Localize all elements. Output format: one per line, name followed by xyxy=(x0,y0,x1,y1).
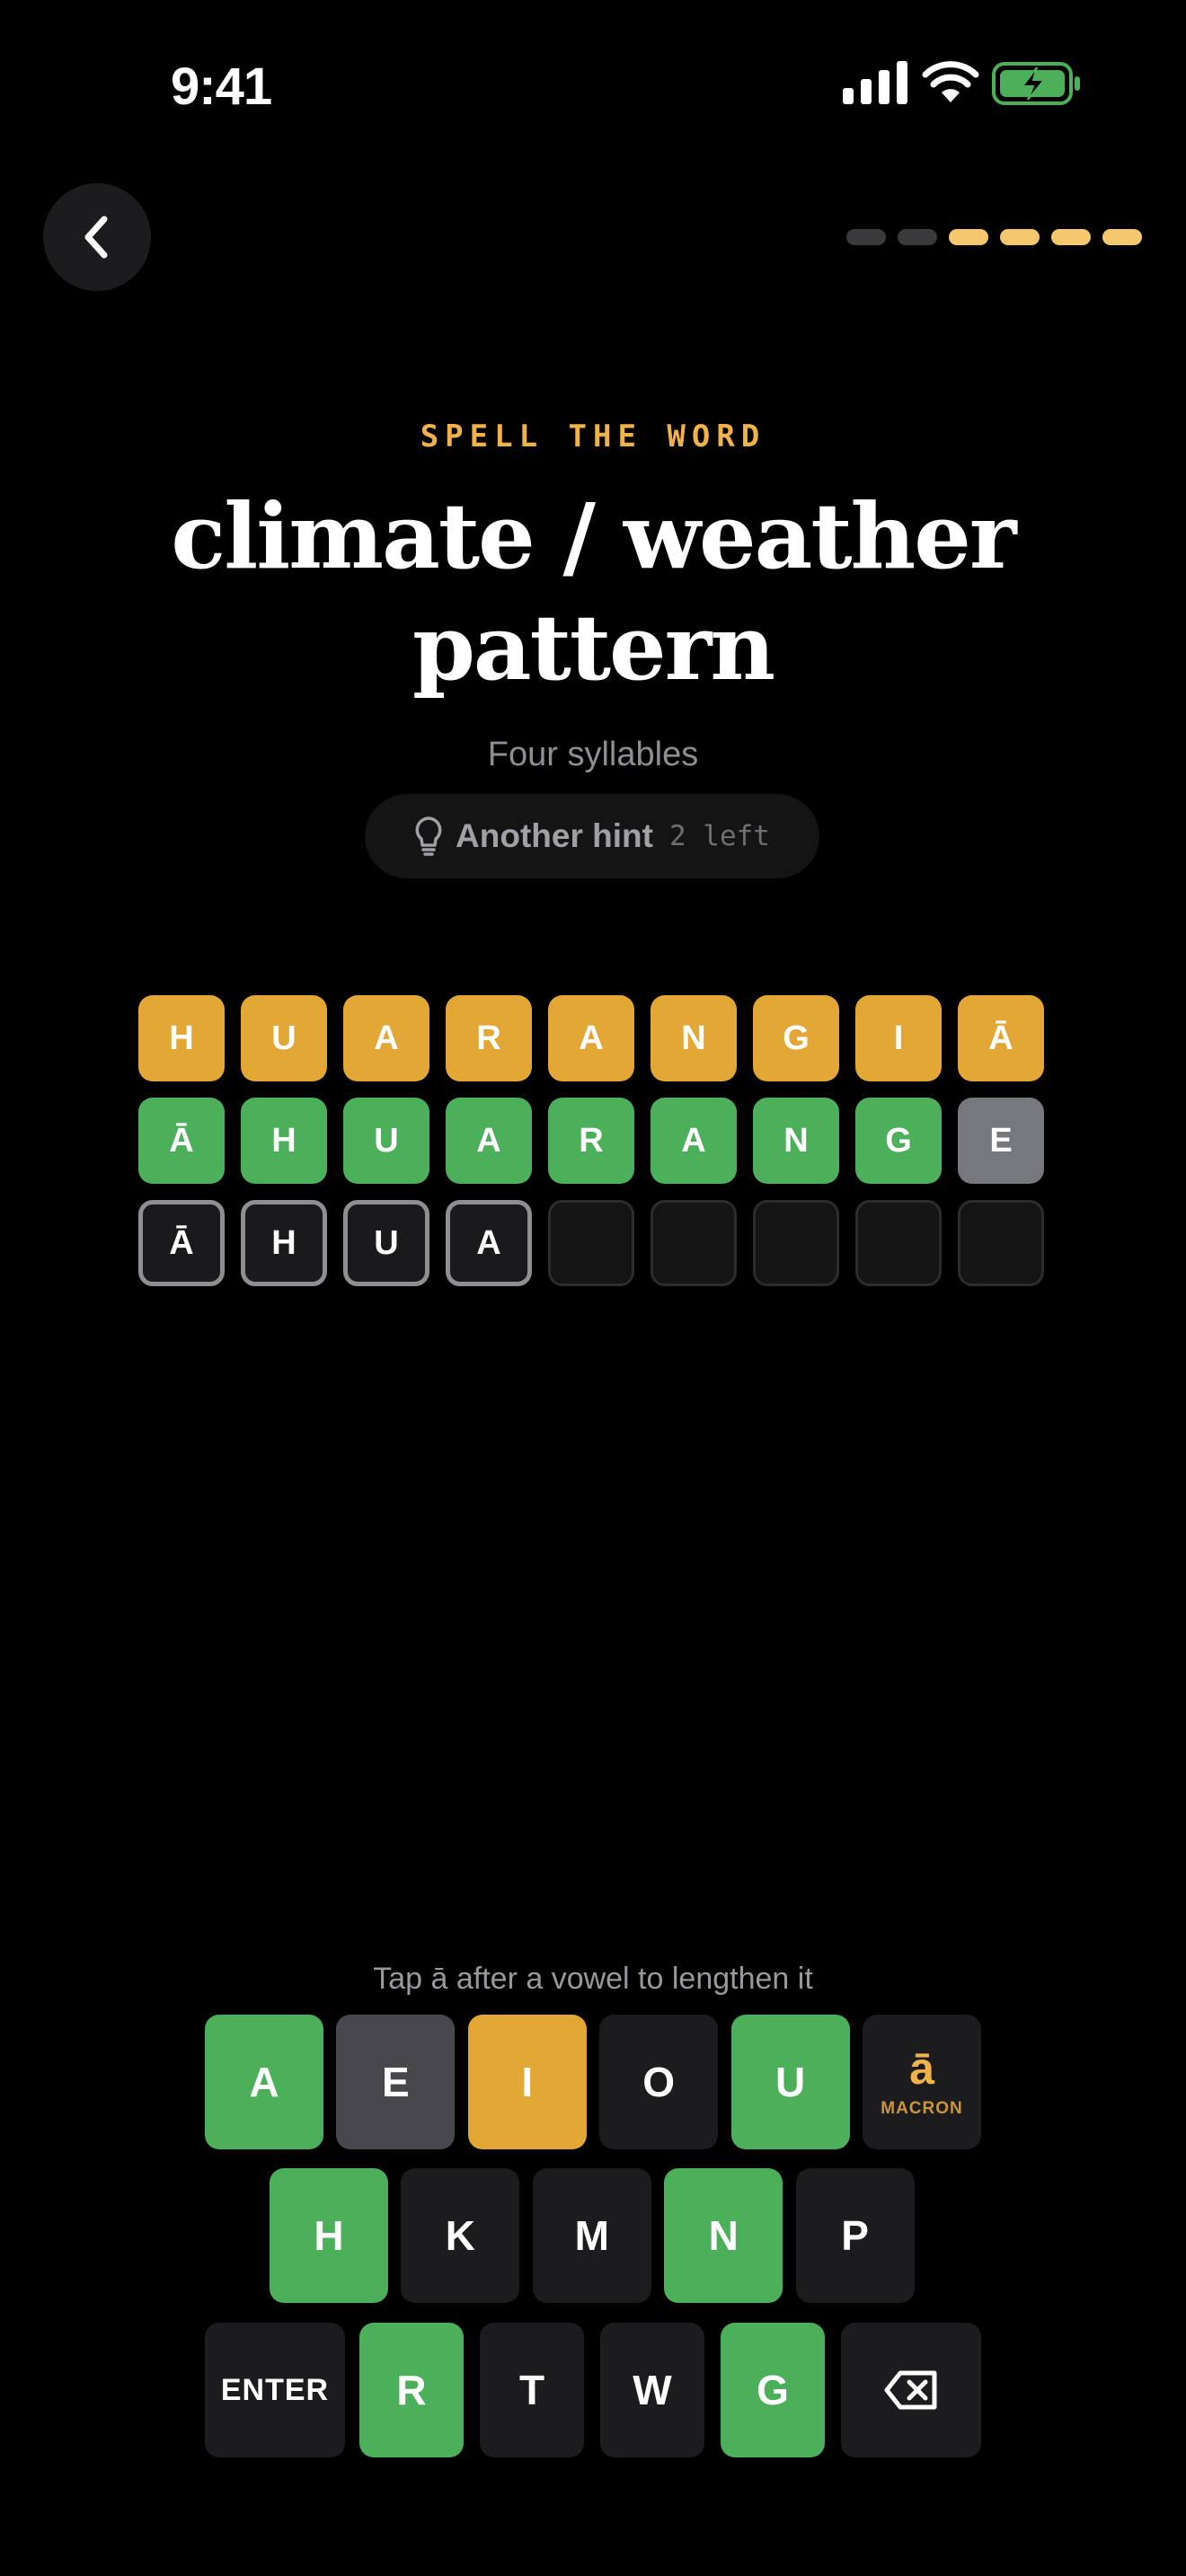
letter-tile xyxy=(651,1200,737,1286)
enter-key[interactable]: ENTER xyxy=(205,2323,345,2457)
guess-row: ĀHUARANGE xyxy=(138,1098,1048,1184)
prompt-subtitle: Four syllables xyxy=(487,736,699,773)
key-e[interactable]: E xyxy=(336,2015,456,2149)
lightbulb-icon xyxy=(415,816,442,856)
key-n[interactable]: N xyxy=(664,2168,783,2303)
letter-tile: A xyxy=(651,1098,737,1184)
spelling-game-screen: 9:41 SPELL THE WORD climate / weather pa… xyxy=(0,0,1186,2576)
progress-segment xyxy=(1000,229,1040,245)
progress-segment xyxy=(1051,229,1091,245)
progress-segment xyxy=(846,229,886,245)
backspace-key[interactable] xyxy=(841,2323,981,2457)
key-u[interactable]: U xyxy=(730,2015,850,2149)
letter-tile xyxy=(753,1200,839,1286)
letter-tile: A xyxy=(548,995,634,1081)
guess-board: HUARANGIĀĀHUARANGEĀHUA xyxy=(138,995,1048,1290)
another-hint-button[interactable]: Another hint 2 left xyxy=(365,794,819,878)
cellular-signal-icon xyxy=(843,61,907,104)
letter-tile: A xyxy=(446,1200,532,1286)
key-w[interactable]: W xyxy=(600,2323,704,2457)
guess-row: ĀHUA xyxy=(138,1200,1048,1286)
macron-glyph: ā xyxy=(909,2043,934,2094)
key-m[interactable]: M xyxy=(532,2168,651,2303)
hint-remaining: 2 left xyxy=(668,820,770,852)
letter-tile: N xyxy=(651,995,737,1081)
letter-tile: N xyxy=(753,1098,839,1184)
letter-tile: A xyxy=(343,995,429,1081)
letter-tile: U xyxy=(241,995,327,1081)
letter-tile: U xyxy=(343,1200,429,1286)
status-time: 9:41 xyxy=(171,57,272,116)
key-a[interactable]: A xyxy=(205,2015,323,2149)
battery-charging-icon xyxy=(992,62,1080,105)
letter-tile: R xyxy=(446,995,532,1081)
letter-tile: I xyxy=(855,995,942,1081)
progress-segment xyxy=(949,229,988,245)
lesson-progress xyxy=(846,229,1143,245)
progress-segment xyxy=(898,229,937,245)
letter-tile: R xyxy=(548,1098,634,1184)
macron-caption: MACRON xyxy=(881,2099,963,2118)
prompt-title: climate / weather pattern xyxy=(171,483,1016,701)
macron-key[interactable]: ā MACRON xyxy=(863,2015,981,2149)
prompt-eyebrow: SPELL THE WORD xyxy=(420,419,766,454)
guess-row: HUARANGIĀ xyxy=(138,995,1048,1081)
hint-label: Another hint xyxy=(456,817,653,854)
letter-tile: Ā xyxy=(138,1200,225,1286)
letter-tile xyxy=(548,1200,634,1286)
letter-tile: E xyxy=(958,1098,1044,1184)
letter-tile: Ā xyxy=(138,1098,225,1184)
letter-tile: H xyxy=(241,1098,327,1184)
key-h[interactable]: H xyxy=(270,2168,388,2303)
chevron-left-icon xyxy=(84,216,108,259)
letter-tile: G xyxy=(855,1098,942,1184)
backspace-icon xyxy=(884,2370,937,2410)
key-t[interactable]: T xyxy=(480,2323,584,2457)
status-icons xyxy=(836,61,1087,111)
progress-segment xyxy=(1102,229,1142,245)
letter-tile: A xyxy=(446,1098,532,1184)
key-p[interactable]: P xyxy=(795,2168,915,2303)
letter-tile: U xyxy=(343,1098,429,1184)
key-o[interactable]: O xyxy=(599,2015,719,2149)
key-r[interactable]: R xyxy=(359,2323,464,2457)
back-button[interactable] xyxy=(43,183,151,291)
key-k[interactable]: K xyxy=(401,2168,520,2303)
key-i[interactable]: I xyxy=(467,2015,587,2149)
wifi-icon xyxy=(922,61,979,102)
letter-tile: H xyxy=(138,995,225,1081)
key-g[interactable]: G xyxy=(721,2323,825,2457)
letter-tile: H xyxy=(241,1200,327,1286)
letter-tile xyxy=(958,1200,1044,1286)
letter-tile: Ā xyxy=(958,995,1044,1081)
status-bar: 9:41 xyxy=(0,0,1186,171)
letter-tile: G xyxy=(753,995,839,1081)
letter-tile xyxy=(855,1200,942,1286)
keyboard-hint: Tap ā after a vowel to lengthen it xyxy=(373,1962,813,1996)
